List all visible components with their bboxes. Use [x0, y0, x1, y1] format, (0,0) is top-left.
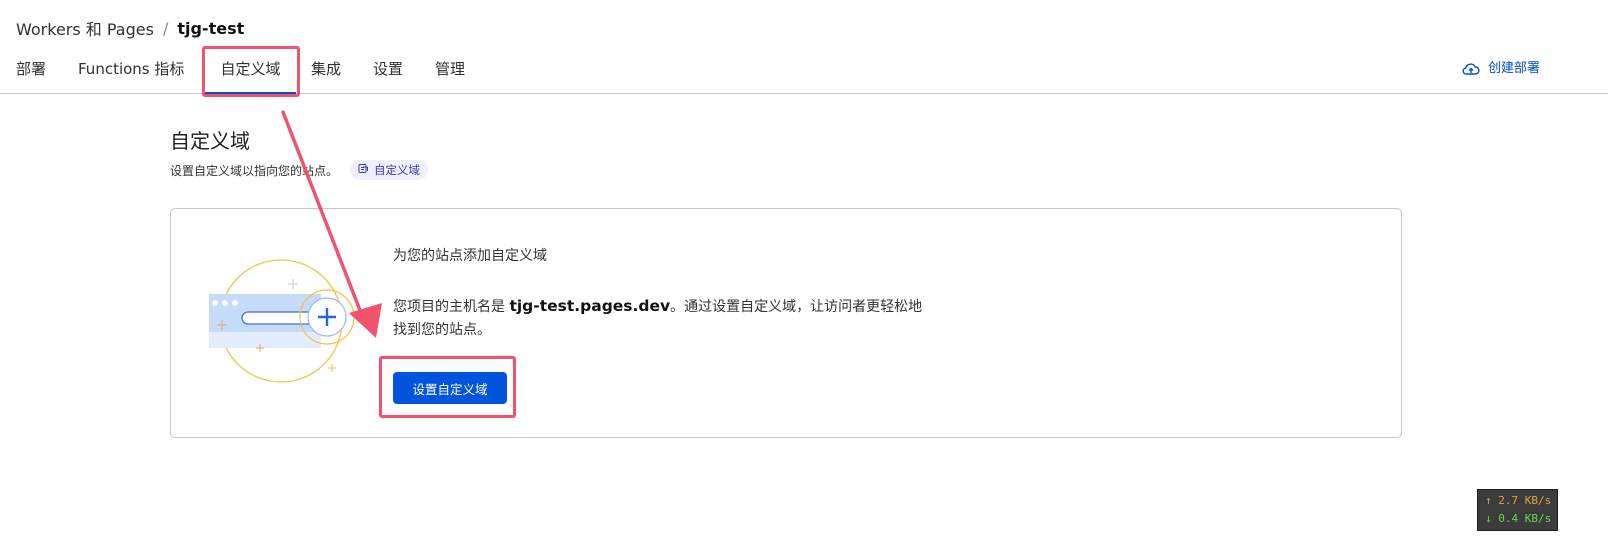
set-up-custom-domain-button[interactable]: 设置自定义域 [393, 372, 507, 404]
create-deployment-label: 创建部署 [1487, 61, 1540, 76]
breadcrumb-workers-pages-link[interactable]: Workers 和 Pages [16, 16, 154, 40]
tab-integrations[interactable]: 集成 [311, 46, 341, 94]
network-speed-widget: ↑ 2.7 KB/s ↓ 0.4 KB/s [1477, 489, 1558, 531]
body-prefix: 您项目的主机名是 [393, 299, 510, 315]
doc-link-label: 自定义域 [374, 163, 421, 177]
section-description-row: 设置自定义域以指向您的站点。 自定义域 [170, 160, 429, 180]
tab-deployments[interactable]: 部署 [16, 46, 46, 94]
tab-manage[interactable]: 管理 [435, 46, 465, 94]
page-title: 自定义域 [170, 129, 250, 153]
tab-functions-metrics[interactable]: Functions 指标 [78, 46, 184, 94]
tab-custom-domains[interactable]: 自定义域 [205, 46, 296, 94]
download-speed: ↓ 0.4 KB/s [1485, 512, 1552, 525]
section-description: 设置自定义域以指向您的站点。 [170, 163, 339, 178]
upload-speed: ↑ 2.7 KB/s [1485, 494, 1552, 507]
browser-add-domain-illustration [209, 258, 359, 388]
project-hostname: tjg-test.pages.dev [509, 297, 671, 315]
card-body-text: 您项目的主机名是 tjg-test.pages.dev。通过设置自定义域，让访问… [393, 295, 923, 342]
doc-link-icon [358, 163, 369, 177]
cloud-upload-icon [1462, 62, 1480, 76]
card-heading: 为您的站点添加自定义域 [393, 248, 547, 264]
breadcrumb: Workers 和 Pages / tjg-test [16, 16, 244, 40]
tab-settings[interactable]: 设置 [373, 46, 403, 94]
create-deployment-button[interactable]: 创建部署 [1462, 46, 1540, 92]
custom-domains-doc-link[interactable]: 自定义域 [350, 160, 429, 180]
breadcrumb-separator: / [162, 18, 169, 38]
project-tab-bar: 部署 Functions 指标 自定义域 集成 设置 管理 创建部署 [0, 46, 1608, 94]
add-custom-domain-card: 为您的站点添加自定义域 您项目的主机名是 tjg-test.pages.dev。… [170, 208, 1402, 438]
breadcrumb-current-project: tjg-test [177, 18, 245, 38]
